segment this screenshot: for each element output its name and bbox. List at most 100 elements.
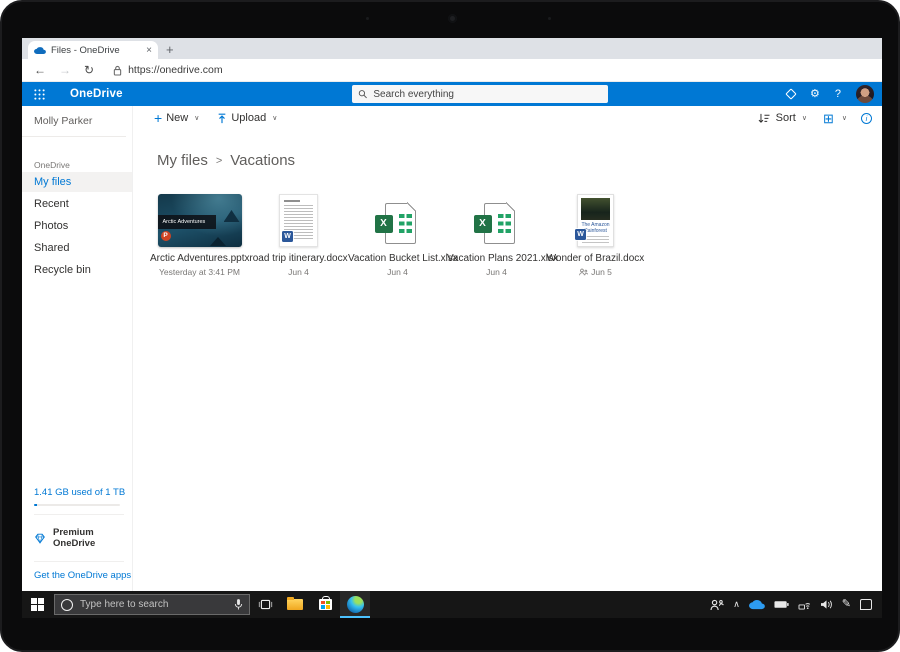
browser-tab-bar: Files - OneDrive × + (22, 38, 882, 59)
browser-address-bar: ← → ↻ https://onedrive.com (22, 59, 882, 82)
powerpoint-icon: P (161, 231, 171, 241)
hidden-icons-chevron-icon[interactable]: ∧ (733, 600, 740, 609)
browser-tab-active[interactable]: Files - OneDrive × (28, 41, 158, 59)
cortana-icon (61, 599, 73, 611)
sidebar-item-my-files[interactable]: My files (22, 172, 132, 192)
back-icon[interactable]: ← (34, 64, 46, 76)
settings-gear-icon[interactable]: ⚙ (810, 89, 820, 100)
url-text: https://onedrive.com (128, 64, 223, 76)
lock-icon (113, 65, 122, 76)
sidebar-footer: 1.41 GB used of 1 TB Premium OneDrive Ge… (22, 487, 132, 591)
sidebar-item-recycle-bin[interactable]: Recycle bin (22, 260, 132, 280)
word-doc-thumbnail: W (279, 194, 318, 247)
premium-label: Premium OneDrive (53, 527, 132, 549)
volume-icon[interactable] (820, 599, 833, 610)
premium-diamond-icon (34, 533, 46, 544)
word-icon: W (282, 231, 293, 242)
breadcrumb-root[interactable]: My files (157, 152, 208, 169)
file-explorer-button[interactable] (280, 591, 310, 618)
spreadsheet-grid (498, 214, 511, 233)
upload-label: Upload (231, 112, 266, 124)
sort-button[interactable]: Sort ∨ (776, 112, 807, 124)
windows-logo-icon (31, 598, 44, 611)
file-tile-vacation-plans-2021[interactable]: X Vacation Plans 2021.xlsx Jun 4 (447, 190, 546, 277)
taskbar-search-input[interactable] (80, 599, 227, 610)
tab-title: Files - OneDrive (51, 45, 141, 56)
account-avatar[interactable] (856, 85, 874, 103)
start-button[interactable] (22, 591, 52, 618)
upload-icon (217, 113, 227, 124)
refresh-icon[interactable]: ↻ (84, 64, 94, 76)
help-icon[interactable]: ? (835, 89, 841, 100)
app-launcher-button[interactable] (22, 82, 56, 106)
excel-file-icon: X (472, 201, 522, 247)
microphone-icon[interactable] (234, 598, 243, 611)
file-tile-arctic-adventures[interactable]: Arctic Adventures P Arctic Adventures.pp… (150, 190, 249, 277)
sort-icon (758, 113, 770, 124)
edge-browser-button[interactable] (340, 591, 370, 618)
task-view-button[interactable] (250, 591, 280, 618)
taskbar-search-box[interactable] (54, 594, 250, 615)
view-controls: Sort ∨ ⊞ ∨ i (758, 112, 872, 125)
network-icon[interactable] (798, 599, 811, 610)
chevron-down-icon: ∨ (194, 114, 199, 122)
sidebar-item-recent[interactable]: Recent (22, 194, 132, 214)
excel-file-icon: X (373, 201, 423, 247)
footer-divider (34, 514, 124, 515)
file-tile-road-trip-itinerary[interactable]: W road trip itinerary.docx Jun 4 (249, 190, 348, 277)
file-tiles: Arctic Adventures P Arctic Adventures.pp… (150, 190, 882, 277)
screen: Files - OneDrive × + ← → ↻ https://onedr… (22, 38, 882, 618)
forward-icon[interactable]: → (59, 64, 71, 76)
word-doc-thumbnail: The Amazon Rainforest W (577, 194, 614, 247)
file-date: Jun 5 (546, 267, 645, 277)
header-actions: ⚙ ? (787, 82, 874, 106)
sidebar-item-photos[interactable]: Photos (22, 216, 132, 236)
powerpoint-thumbnail: Arctic Adventures P (158, 194, 242, 247)
people-icon[interactable] (710, 599, 724, 611)
get-apps-link[interactable]: Get the OneDrive apps (34, 570, 132, 581)
storage-usage-text[interactable]: 1.41 GB used of 1 TB (34, 487, 132, 498)
info-icon[interactable]: i (861, 113, 872, 124)
storage-progress-bar (34, 504, 120, 506)
upload-button[interactable]: Upload ∨ (217, 112, 277, 124)
file-name: road trip itinerary.docx (249, 253, 348, 264)
new-tab-button[interactable]: + (166, 42, 174, 57)
url-field[interactable]: https://onedrive.com (113, 64, 223, 76)
sidebar-section-label: OneDrive (22, 160, 132, 170)
action-center-icon[interactable] (860, 599, 872, 610)
windows-ink-pen-icon[interactable]: ✎ (842, 599, 851, 610)
chevron-down-icon: ∨ (802, 114, 807, 122)
file-date: Jun 4 (348, 267, 447, 277)
search-box[interactable] (352, 85, 608, 103)
sidebar-item-shared[interactable]: Shared (22, 238, 132, 258)
tab-close-icon[interactable]: × (146, 45, 152, 56)
premium-diamond-icon[interactable] (785, 88, 796, 99)
front-camera (448, 14, 457, 23)
file-date: Yesterday at 3:41 PM (150, 267, 249, 277)
slide-title: Arctic Adventures (158, 215, 216, 229)
system-tray: ∧ ✎ (710, 599, 882, 611)
tablet-frame: Files - OneDrive × + ← → ↻ https://onedr… (0, 0, 900, 652)
sensor-dot-left (366, 17, 369, 20)
onedrive-brand[interactable]: OneDrive (70, 88, 123, 100)
onedrive-cloud-icon[interactable] (749, 599, 765, 610)
shared-people-icon (579, 268, 588, 276)
file-tile-wonder-of-brazil[interactable]: The Amazon Rainforest W Wonder of Brazil… (546, 190, 645, 277)
new-button[interactable]: + New ∨ (154, 111, 199, 125)
page-fold (506, 202, 515, 211)
battery-icon[interactable] (774, 600, 789, 609)
rainforest-photo (581, 198, 610, 220)
search-input[interactable] (373, 89, 602, 100)
file-date: Jun 4 (249, 267, 348, 277)
breadcrumb-current: Vacations (230, 152, 295, 169)
user-name: Molly Parker (22, 115, 132, 127)
microsoft-store-button[interactable] (310, 591, 340, 618)
premium-onedrive-link[interactable]: Premium OneDrive (34, 523, 132, 553)
breadcrumb-separator: > (216, 155, 222, 167)
footer-divider (34, 561, 124, 562)
command-toolbar: + New ∨ Upload ∨ (133, 106, 882, 130)
word-icon: W (575, 229, 586, 240)
sidebar: Molly Parker OneDrive My files Recent Ph… (22, 106, 133, 591)
grid-view-icon[interactable]: ⊞ (823, 112, 834, 125)
file-tile-vacation-bucket-list[interactable]: X Vacation Bucket List.xlsx Jun 4 (348, 190, 447, 277)
